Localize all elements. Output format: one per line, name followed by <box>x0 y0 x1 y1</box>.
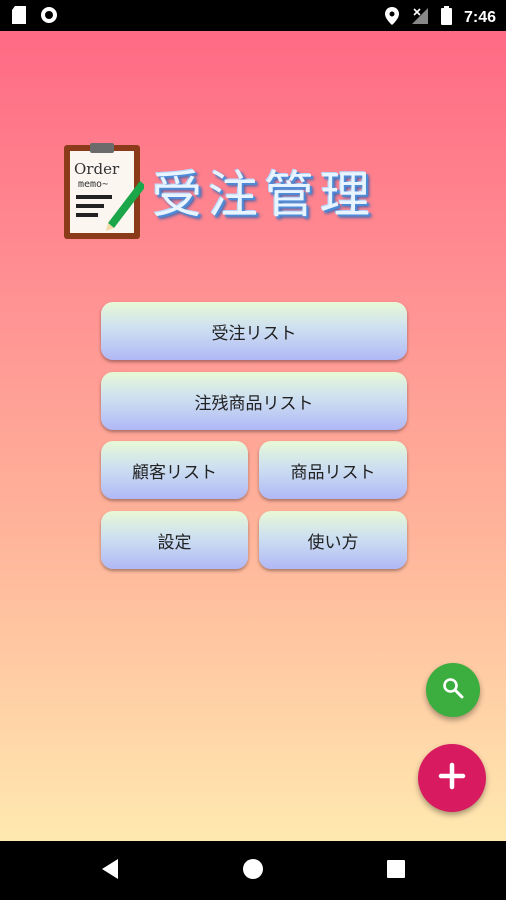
plus-icon <box>438 762 466 794</box>
back-icon <box>100 858 120 884</box>
recents-button[interactable] <box>356 841 436 900</box>
add-fab[interactable] <box>418 744 486 812</box>
home-button[interactable] <box>213 841 293 900</box>
backorder-list-button[interactable]: 注残商品リスト <box>101 372 407 430</box>
customer-list-button[interactable]: 顧客リスト <box>101 441 248 499</box>
app-logo: Order memo~ <box>64 143 146 241</box>
settings-button[interactable]: 設定 <box>101 511 248 569</box>
search-fab[interactable] <box>426 663 480 717</box>
status-time: 7:46 <box>463 8 496 26</box>
app-title: 受注管理 <box>152 166 376 224</box>
circle-notification-icon <box>40 6 58 28</box>
status-bar: 7:46 <box>0 0 506 31</box>
search-icon <box>441 676 465 704</box>
sd-card-icon <box>12 6 26 28</box>
logo-text-order: Order <box>74 160 120 178</box>
location-icon <box>384 6 399 29</box>
recents-icon <box>386 859 406 883</box>
navigation-bar <box>0 841 506 900</box>
product-list-button[interactable]: 商品リスト <box>259 441 407 499</box>
logo-text-memo: memo~ <box>78 179 108 190</box>
order-list-button[interactable]: 受注リスト <box>101 302 407 360</box>
how-to-use-button[interactable]: 使い方 <box>259 511 407 569</box>
signal-off-icon <box>411 7 429 29</box>
home-icon <box>242 858 264 884</box>
back-button[interactable] <box>70 841 150 900</box>
battery-icon <box>440 6 452 29</box>
